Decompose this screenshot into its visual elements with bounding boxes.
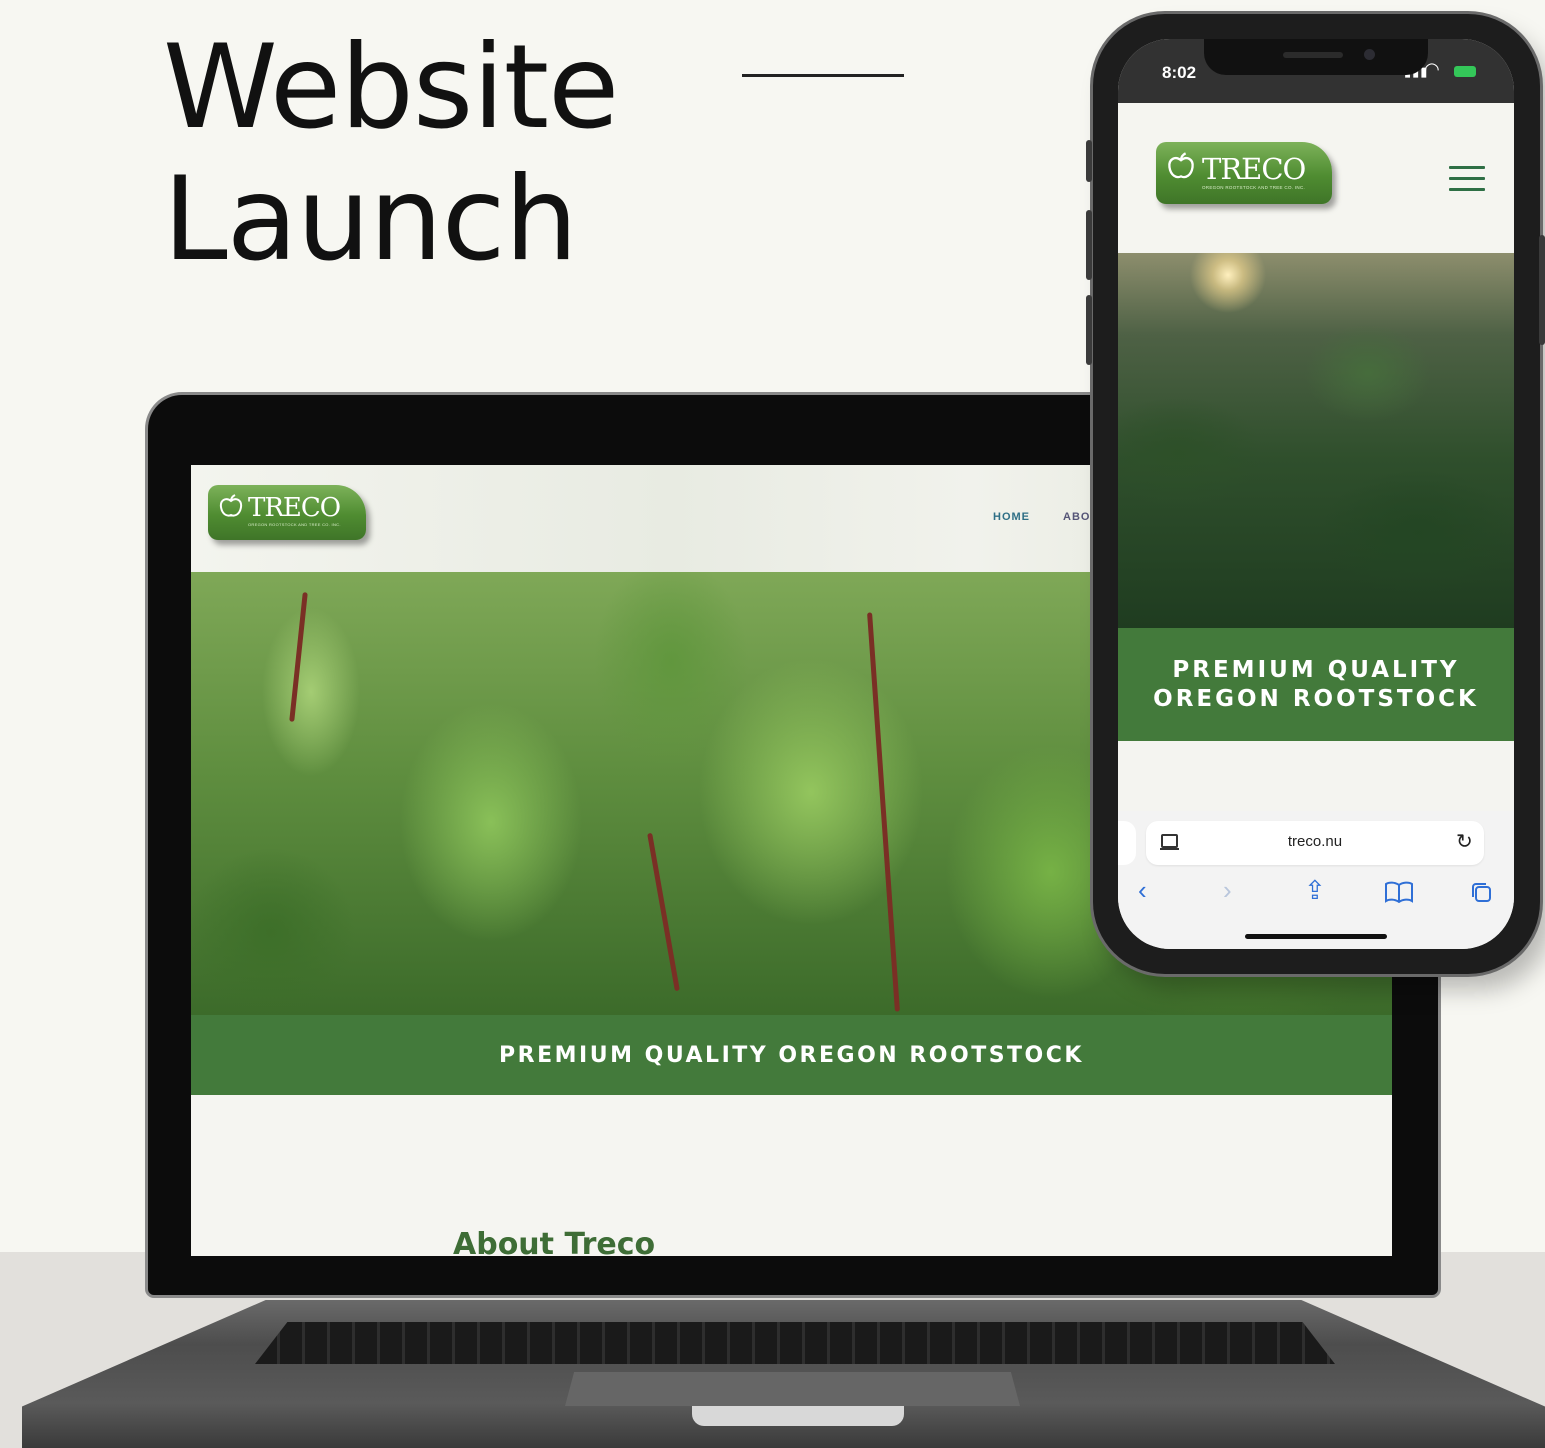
status-time: 8:02 [1162,63,1197,82]
phone-silent-switch [1086,140,1092,182]
apple-icon [219,494,243,517]
section-heading-about: About Treco [453,1227,656,1256]
laptop-hinge-notch [692,1406,904,1426]
site-logo[interactable]: TRECO OREGON ROOTSTOCK AND TREE CO. INC. [208,485,366,540]
laptop-keyboard [255,1322,1335,1364]
previous-tab-url-bar[interactable] [1118,821,1136,865]
headline-line1: Website [163,20,619,155]
logo-tagline: OREGON ROOTSTOCK AND TREE CO. INC. [248,522,341,527]
headline-dash [742,74,904,77]
apple-icon [1168,152,1194,179]
logo-wordmark: TRECO [1202,152,1306,186]
nav-home[interactable]: HOME [993,511,1030,523]
bookmarks-icon[interactable] [1384,881,1414,903]
phone-volume-down [1086,295,1092,365]
headline-line2: Launch [163,152,578,287]
hero-banner-text: PREMIUM QUALITY OREGON ROOTSTOCK [499,1042,1084,1068]
phone-notch [1204,39,1428,75]
home-indicator[interactable] [1245,934,1387,939]
leaf-stem [867,612,900,1012]
phone-volume-up [1086,210,1092,280]
mobile-content-area [1118,741,1514,821]
mobile-site-logo[interactable]: TRECO OREGON ROOTSTOCK AND TREE CO. INC. [1156,142,1332,204]
address-bar[interactable]: treco.nu ↻ [1146,821,1484,865]
tabs-icon[interactable] [1470,881,1494,905]
banner-line2: OREGON ROOTSTOCK [1153,685,1479,712]
logo-wordmark: TRECO [248,493,341,523]
hero-image-sunset-trees [1118,253,1514,628]
phone-screen: 8:02 ▮▮▮ ◠ TRECO OREGON ROOTSTOCK AND TR… [1118,39,1514,949]
mobile-hero-banner: PREMIUM QUALITY OREGON ROOTSTOCK [1118,628,1514,741]
phone-power-button [1539,235,1545,345]
share-icon[interactable]: ⇪ [1304,875,1326,906]
leaf-stem [289,592,308,722]
nav-about[interactable]: ABO [1063,511,1090,523]
speaker-grille [1283,52,1343,58]
hero-banner: PREMIUM QUALITY OREGON ROOTSTOCK [191,1015,1392,1095]
logo-tagline: OREGON ROOTSTOCK AND TREE CO. INC. [1202,185,1306,190]
wifi-icon: ◠ [1424,59,1440,79]
hamburger-menu-icon[interactable] [1449,166,1485,192]
front-camera [1364,49,1375,60]
url-text: treco.nu [1287,833,1343,850]
battery-icon [1454,66,1476,77]
banner-line1: PREMIUM QUALITY [1172,656,1460,683]
reload-icon[interactable]: ↻ [1456,829,1473,854]
back-icon[interactable]: ‹ [1138,875,1147,906]
leaf-stem [647,832,680,992]
headline: Website Launch [163,20,619,287]
forward-icon[interactable]: › [1223,875,1232,906]
browser-toolbar: treco.nu ↻ ‹ › ⇪ [1118,811,1514,949]
laptop-trackpad [565,1372,1020,1406]
